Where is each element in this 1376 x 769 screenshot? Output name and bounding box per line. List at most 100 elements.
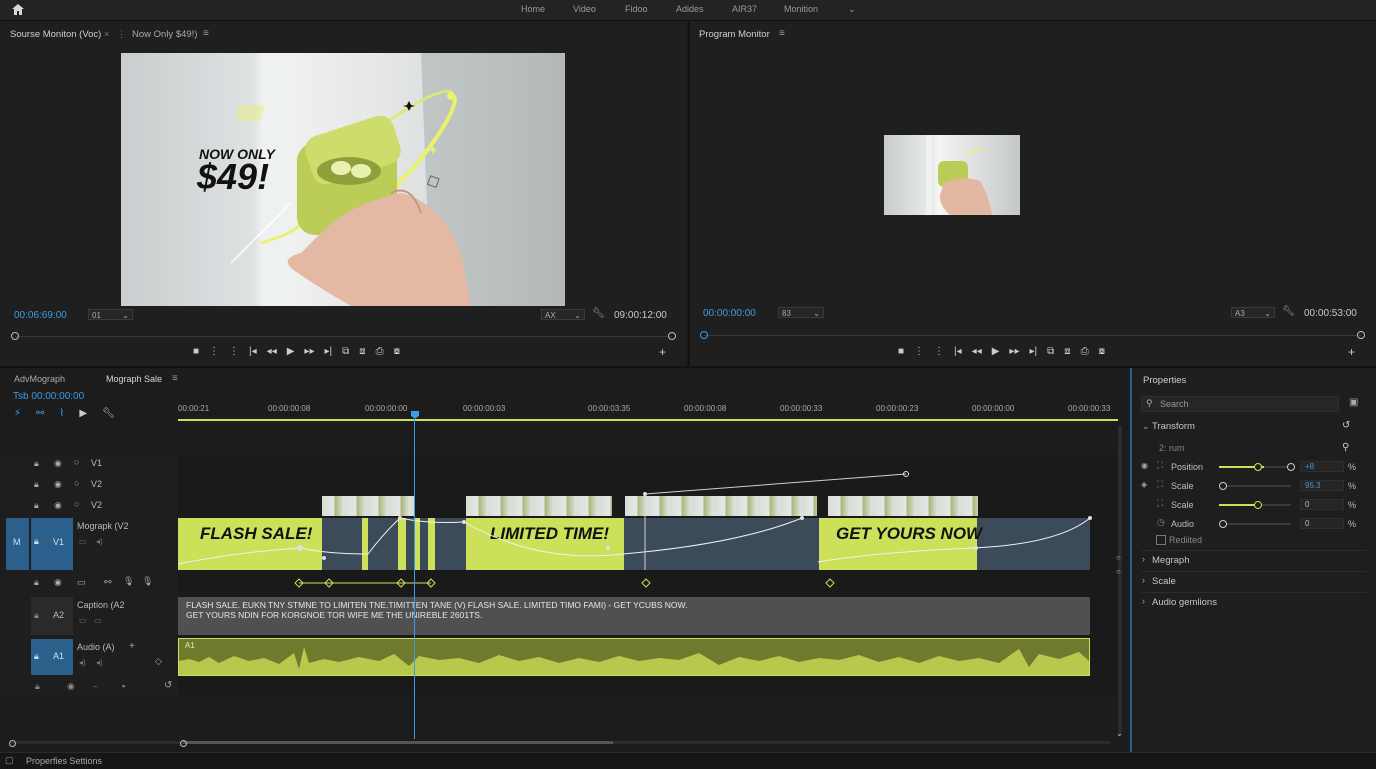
eye-icon[interactable]: ◉: [54, 458, 62, 469]
program-timecode[interactable]: 00:00:00:00: [703, 308, 756, 319]
panel-menu-icon[interactable]: ≡: [203, 28, 209, 39]
mark-out-icon[interactable]: ⋮: [934, 346, 944, 360]
add-button-icon[interactable]: +: [659, 345, 666, 359]
step-forward-icon[interactable]: ▸▸: [1009, 346, 1019, 360]
lock-icon[interactable]: 🔒︎: [34, 651, 39, 662]
scroll-handle-icon[interactable]: ○: [1116, 567, 1121, 576]
program-resolution-dropdown[interactable]: A3 ⌄: [1231, 307, 1275, 318]
program-scrub-start-handle[interactable]: [700, 331, 708, 339]
section-scale[interactable]: Scale: [1152, 576, 1176, 587]
eye-icon[interactable]: ◉: [1141, 461, 1148, 470]
scale-slider[interactable]: [1219, 485, 1291, 487]
go-to-in-icon[interactable]: |◂: [249, 346, 257, 360]
mark-in-icon[interactable]: ⋮: [209, 346, 219, 360]
mark-in-icon[interactable]: ⋮: [914, 346, 924, 360]
scale2-slider-knob[interactable]: [1254, 501, 1262, 509]
step-back-icon[interactable]: ◂◂: [267, 346, 277, 360]
clip-caption[interactable]: FLASH SALE. EUKN TNY STMNE TO LIMITEN TN…: [178, 597, 1090, 635]
snap-icon[interactable]: ⚡︎: [14, 408, 21, 419]
track-content-area[interactable]: FLASH SALE! LIMITED TIME! GET YOURS NOW: [178, 454, 1118, 694]
scale-value[interactable]: 95.3: [1300, 480, 1344, 491]
status-icon[interactable]: ▢: [5, 755, 14, 766]
nav-video[interactable]: Video: [573, 4, 596, 14]
go-to-in-icon[interactable]: |◂: [954, 346, 962, 360]
tab-mograph-sale[interactable]: Mograph Sale: [106, 374, 162, 384]
close-icon[interactable]: ×: [104, 29, 109, 39]
source-resolution-dropdown[interactable]: AX ⌄: [541, 309, 585, 320]
source-video-frame[interactable]: NOW ONLY $49!: [121, 53, 565, 306]
zoom-handle-start[interactable]: [9, 740, 16, 747]
compare-icon[interactable]: ⧇: [1099, 346, 1105, 360]
trash-icon[interactable]: ▪: [122, 681, 125, 691]
export-frame-icon[interactable]: ⎙: [376, 346, 384, 360]
folder-icon[interactable]: ▣: [1349, 397, 1358, 408]
chevron-right-icon[interactable]: ›: [1142, 575, 1145, 585]
chevron-down-icon[interactable]: ⌄: [848, 4, 856, 15]
panel-menu-icon[interactable]: ≡: [172, 373, 178, 384]
search-input[interactable]: Search: [1160, 399, 1189, 409]
lock-icon[interactable]: 🔒︎: [34, 479, 39, 490]
minus-icon[interactable]: –: [93, 681, 98, 691]
export-frame-icon[interactable]: ⎙: [1081, 346, 1089, 360]
eye-icon[interactable]: ◉: [67, 681, 75, 692]
audio-value[interactable]: 0: [1300, 518, 1344, 529]
stop-icon[interactable]: ■: [193, 346, 199, 360]
track-source-a1[interactable]: 🔒︎ A1: [31, 639, 73, 675]
subtitle-icon[interactable]: ▭: [94, 616, 102, 625]
chevron-down-icon[interactable]: ⌄: [1116, 729, 1123, 738]
chevron-down-icon[interactable]: ⌄: [1142, 421, 1150, 432]
wrench-icon[interactable]: 🔧︎: [102, 408, 115, 419]
speaker-icon[interactable]: ◂): [96, 658, 103, 667]
sync-icon[interactable]: ○: [74, 457, 79, 467]
section-megraph[interactable]: Megraph: [1152, 555, 1190, 566]
add-button-icon[interactable]: +: [1348, 345, 1355, 359]
clip-audio[interactable]: A1: [178, 638, 1090, 676]
reset-icon[interactable]: ↺: [1342, 420, 1350, 431]
source-timecode[interactable]: 00:06:69:00: [14, 310, 67, 321]
panel-menu-icon[interactable]: ≡: [779, 28, 785, 39]
keyframe-toggle-icon[interactable]: ◈: [1141, 480, 1147, 489]
play-icon[interactable]: ▶: [992, 346, 1000, 360]
add-marker-icon[interactable]: ⌇: [59, 408, 64, 419]
linked-selection-icon[interactable]: ⚯: [36, 408, 44, 419]
play-icon[interactable]: ▶: [79, 408, 87, 419]
insert-icon[interactable]: ⧉: [342, 346, 349, 360]
tab-advmograph[interactable]: AdvMograph: [14, 374, 65, 384]
source-scrub-start-handle[interactable]: [11, 332, 19, 340]
timeline-vertical-scrollbar[interactable]: [1118, 426, 1122, 736]
nav-monition[interactable]: Monition: [784, 4, 818, 14]
search-icon[interactable]: ⚲: [1342, 442, 1349, 453]
lock-icon[interactable]: 🔒︎: [34, 536, 39, 547]
go-to-out-icon[interactable]: ▸|: [324, 346, 332, 360]
link-icon[interactable]: ⚯: [104, 577, 112, 588]
timeline-playhead-timecode[interactable]: Tsb 00:00:00:00: [13, 391, 84, 402]
track-source-a2[interactable]: 🔒︎ A2: [31, 597, 73, 635]
scale-slider-knob[interactable]: [1219, 482, 1227, 490]
mute-icon[interactable]: ◂): [79, 658, 86, 667]
position-slider-knob[interactable]: [1254, 463, 1262, 471]
scale2-value[interactable]: 0: [1300, 499, 1344, 510]
playhead-line[interactable]: [414, 419, 415, 739]
caption-icon[interactable]: ▭: [77, 577, 86, 588]
lift-icon[interactable]: ⧉: [1047, 346, 1054, 360]
eye-icon[interactable]: ◉: [54, 500, 62, 511]
nav-fidoo[interactable]: Fidoo: [625, 4, 648, 14]
lock-icon[interactable]: 🔒︎: [34, 500, 39, 511]
program-monitor-title[interactable]: Program Monitor: [699, 29, 770, 40]
scroll-handle-icon[interactable]: ○: [1116, 553, 1121, 562]
extract-icon[interactable]: ⧈: [1064, 346, 1070, 360]
stop-icon[interactable]: ■: [898, 346, 904, 360]
keyframe-icon[interactable]: ◇: [155, 656, 162, 667]
step-forward-icon[interactable]: ▸▸: [304, 346, 314, 360]
eye-icon[interactable]: ◉: [54, 479, 62, 490]
work-area-bar[interactable]: [178, 419, 1118, 421]
zoom-handle-end[interactable]: [180, 740, 187, 747]
program-video-frame[interactable]: [884, 135, 1020, 215]
source-monitor-tab[interactable]: Sourse Moniton (Voc): [10, 29, 101, 40]
section-audio[interactable]: Audio gemlions: [1152, 597, 1217, 608]
program-zoom-dropdown[interactable]: 83 ⌄: [778, 307, 824, 318]
tab-now-only[interactable]: Now Only $49!): [132, 29, 197, 40]
playhead-handle[interactable]: [411, 411, 419, 419]
overwrite-icon[interactable]: ⧈: [359, 346, 365, 360]
position-value[interactable]: +8: [1300, 461, 1344, 472]
